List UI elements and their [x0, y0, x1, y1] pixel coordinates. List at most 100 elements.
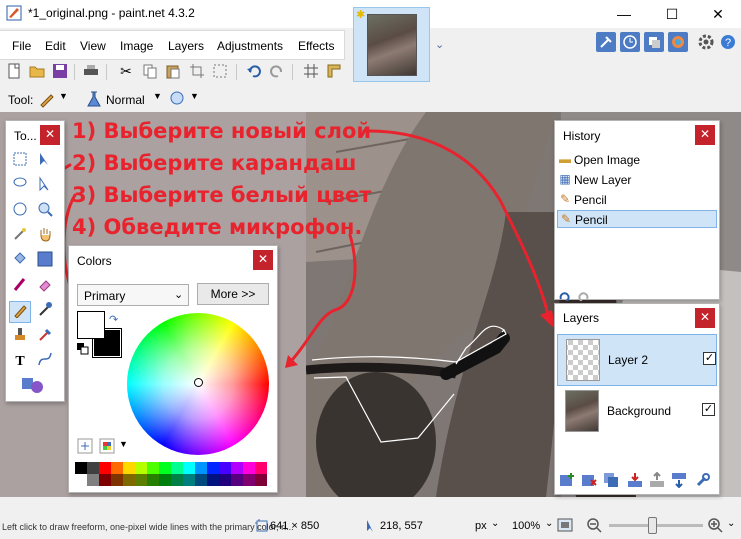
- zoom-in-chevron-down-icon[interactable]: ⌄: [727, 518, 735, 529]
- recolor-tool-icon[interactable]: [34, 326, 56, 348]
- layer-name: Background: [607, 404, 672, 418]
- history-item-pencil-selected[interactable]: ✎ Pencil: [557, 210, 717, 228]
- palette-swatch[interactable]: [231, 474, 243, 486]
- move-selection-tool-icon[interactable]: [34, 176, 56, 198]
- palette-swatch[interactable]: [243, 474, 255, 486]
- eraser-tool-icon[interactable]: [34, 276, 56, 298]
- paint-bucket-tool-icon[interactable]: [9, 251, 31, 273]
- palette-swatch[interactable]: [183, 474, 195, 486]
- palette-swatch[interactable]: [147, 474, 159, 486]
- palette-swatch[interactable]: [171, 462, 183, 474]
- layer-visibility-checkbox[interactable]: ✓: [703, 352, 716, 365]
- palette-swatch[interactable]: [99, 462, 111, 474]
- palette-swatch[interactable]: [219, 474, 231, 486]
- palette-swatch[interactable]: [111, 474, 123, 486]
- magic-wand-tool-icon[interactable]: [9, 226, 31, 248]
- palette-swatch[interactable]: [75, 474, 87, 486]
- palette-swatch[interactable]: [219, 462, 231, 474]
- color-mode-select[interactable]: Primary ⌄: [77, 284, 189, 306]
- merge-layer-down-icon[interactable]: [627, 472, 643, 488]
- layers-window-close-button[interactable]: ✕: [695, 308, 715, 328]
- colors-window-close-button[interactable]: ✕: [253, 250, 273, 270]
- palette-swatch[interactable]: [195, 474, 207, 486]
- zoom-chevron-down-icon[interactable]: ⌄: [545, 518, 553, 529]
- colors-window-title: Colors: [77, 254, 112, 268]
- colors-window-titlebar[interactable]: Colors ✕: [69, 246, 277, 274]
- zoom-slider-thumb[interactable]: [648, 517, 657, 534]
- history-item-new-layer[interactable]: ▦ New Layer: [557, 171, 717, 189]
- pencil-icon: ✎: [559, 192, 571, 206]
- zoom-value[interactable]: 100%: [512, 520, 540, 532]
- move-layer-up-icon[interactable]: [649, 471, 665, 488]
- add-layer-icon[interactable]: [559, 472, 575, 488]
- layer-visibility-checkbox[interactable]: ✓: [702, 403, 715, 416]
- palette-swatch[interactable]: [123, 462, 135, 474]
- lasso-select-tool-icon[interactable]: [9, 176, 31, 198]
- paintbrush-tool-icon[interactable]: [9, 276, 31, 298]
- palette-swatch[interactable]: [255, 462, 267, 474]
- ellipse-select-tool-icon[interactable]: [9, 201, 31, 223]
- palette-menu-icon[interactable]: [99, 438, 115, 454]
- palette-swatch[interactable]: [111, 462, 123, 474]
- layer-row-layer-2[interactable]: Layer 2 ✓: [557, 334, 717, 386]
- duplicate-layer-icon[interactable]: [603, 472, 619, 488]
- clone-stamp-tool-icon[interactable]: [9, 326, 31, 348]
- pencil-tool-button[interactable]: [9, 301, 31, 323]
- palette-swatch[interactable]: [255, 474, 267, 486]
- shapes-tool-icon[interactable]: [18, 376, 48, 398]
- zoom-out-icon[interactable]: [586, 517, 602, 533]
- tools-window-titlebar[interactable]: To... ✕: [6, 121, 64, 149]
- delete-layer-icon[interactable]: [581, 472, 597, 488]
- palette-swatch[interactable]: [87, 474, 99, 486]
- palette-swatch[interactable]: [243, 462, 255, 474]
- reset-colors-icon[interactable]: [77, 343, 89, 355]
- add-to-palette-icon[interactable]: [77, 438, 93, 454]
- move-layer-down-icon[interactable]: [671, 472, 687, 489]
- palette-swatch[interactable]: [135, 462, 147, 474]
- palette-swatch[interactable]: [75, 462, 87, 474]
- palette-swatch[interactable]: [159, 474, 171, 486]
- palette-swatch[interactable]: [159, 462, 171, 474]
- history-item-open-image[interactable]: ▬ Open Image: [557, 151, 717, 169]
- zoom-to-window-icon[interactable]: [557, 517, 573, 533]
- move-selected-tool-icon[interactable]: [34, 151, 56, 173]
- rectangle-select-tool-icon[interactable]: [9, 151, 31, 173]
- pan-hand-tool-icon[interactable]: [34, 226, 56, 248]
- more-colors-button[interactable]: More >>: [197, 283, 269, 305]
- swap-colors-icon[interactable]: ↷: [109, 313, 118, 326]
- color-picker-tool-icon[interactable]: [34, 301, 56, 323]
- palette-swatch[interactable]: [99, 474, 111, 486]
- tools-window-close-button[interactable]: ✕: [40, 125, 60, 145]
- layers-window-titlebar[interactable]: Layers ✕: [555, 304, 719, 330]
- line-curve-tool-icon[interactable]: [34, 351, 56, 373]
- layer-properties-wrench-icon[interactable]: [695, 472, 711, 488]
- palette-swatch[interactable]: [207, 474, 219, 486]
- history-item-pencil[interactable]: ✎ Pencil: [557, 191, 717, 209]
- gradient-tool-icon[interactable]: [34, 251, 56, 273]
- palette-menu-chevron-down-icon[interactable]: ▼: [119, 439, 128, 449]
- color-wheel-marker[interactable]: [194, 378, 203, 387]
- layer-row-background[interactable]: Background ✓: [557, 386, 717, 438]
- history-window-titlebar[interactable]: History ✕: [555, 121, 719, 149]
- zoom-tool-icon[interactable]: [34, 201, 56, 223]
- annotation-step-1: 1) Выберите новый слой: [72, 119, 372, 143]
- palette-swatch[interactable]: [135, 474, 147, 486]
- undo-redo-icons[interactable]: [559, 291, 595, 301]
- history-item-label: Pencil: [574, 193, 607, 207]
- palette-swatch[interactable]: [171, 474, 183, 486]
- palette-swatch[interactable]: [87, 462, 99, 474]
- palette-swatch[interactable]: [147, 462, 159, 474]
- units-select[interactable]: px: [475, 520, 487, 532]
- history-window-close-button[interactable]: ✕: [695, 125, 715, 145]
- layer-thumbnail: [566, 339, 600, 381]
- palette-swatch[interactable]: [231, 462, 243, 474]
- palette-swatch[interactable]: [195, 462, 207, 474]
- palette-swatch[interactable]: [123, 474, 135, 486]
- palette-swatch[interactable]: [207, 462, 219, 474]
- units-chevron-down-icon[interactable]: ⌄: [491, 518, 499, 529]
- zoom-in-icon[interactable]: [707, 517, 723, 533]
- palette-swatch[interactable]: [183, 462, 195, 474]
- annotation-step-2: 2) Выберите карандаш: [72, 151, 357, 175]
- primary-color-swatch[interactable]: [77, 311, 105, 339]
- text-tool-icon[interactable]: T: [9, 351, 31, 373]
